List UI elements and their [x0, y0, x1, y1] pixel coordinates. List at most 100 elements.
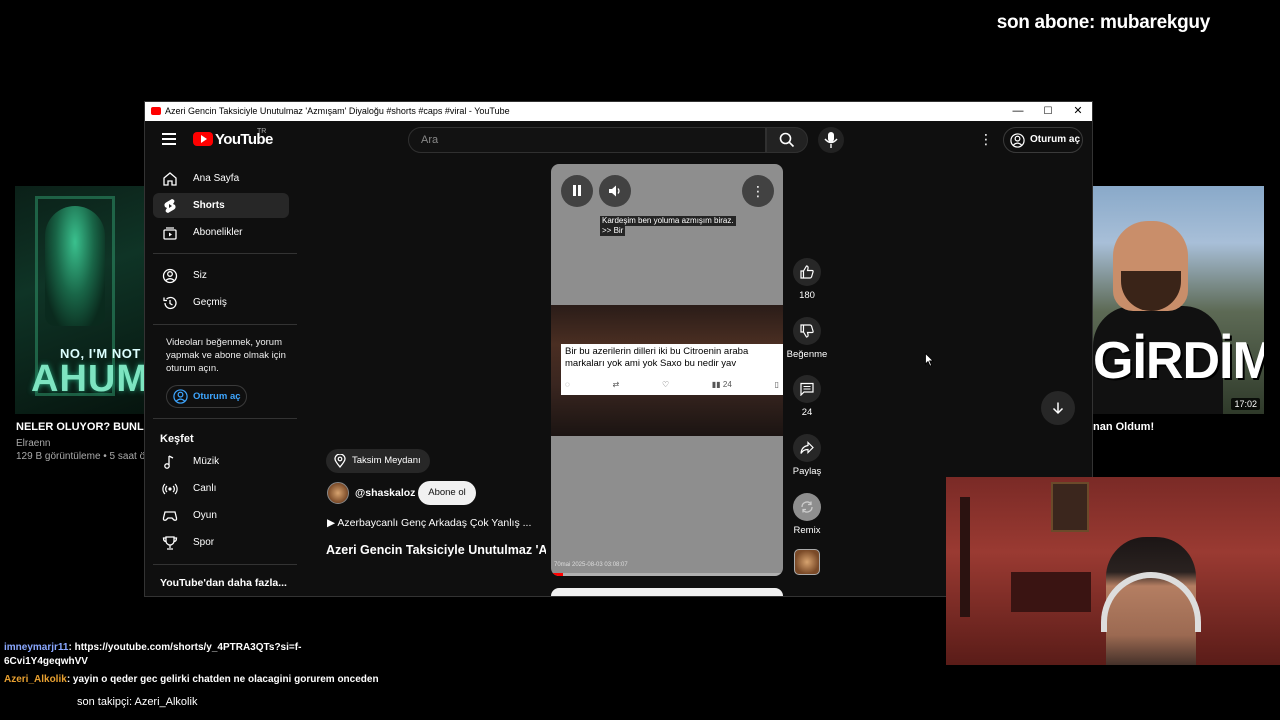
- tweet-text: Bir bu azerilerin dilleri iki bu Citroen…: [565, 346, 749, 369]
- home-icon: [163, 172, 177, 186]
- thumbs-up-icon: [800, 265, 814, 279]
- thumbnail-text: GİRDİM: [1093, 332, 1264, 390]
- shorts-icon: [164, 199, 176, 213]
- reply-icon: ◌: [565, 380, 570, 389]
- subscriptions-icon: [163, 227, 177, 240]
- youtube-favicon-icon: [151, 107, 161, 115]
- share-label: Paylaş: [792, 466, 822, 477]
- music-icon: [164, 455, 174, 469]
- player-more-icon[interactable]: ⋮: [742, 175, 774, 207]
- search-input[interactable]: Ara: [408, 127, 766, 153]
- minimize-button[interactable]: —: [1003, 102, 1033, 121]
- live-icon: [162, 483, 178, 495]
- channel-avatar[interactable]: [327, 482, 349, 504]
- related-playlist-link[interactable]: ▶ Azerbaycanlı Genç Arkadaş Çok Yanlış .…: [327, 517, 542, 529]
- shorts-player[interactable]: ⋮ Kardeşim ben yoluma azmışım biraz. >> B…: [551, 164, 783, 576]
- left-video-meta: 129 B görüntüleme • 5 saat önce: [16, 451, 146, 462]
- sidebar-sign-in-button[interactable]: Oturum aç: [166, 385, 247, 408]
- left-video-channel[interactable]: Elraenn: [16, 438, 50, 449]
- video-duration: 17:02: [1231, 398, 1260, 410]
- short-title[interactable]: Azeri Gencin Taksiciyle Unutulmaz 'Azmış…: [326, 543, 546, 557]
- next-short-button[interactable]: [1041, 391, 1075, 425]
- sidebar-item-gaming[interactable]: Oyun: [153, 503, 289, 528]
- share-icon: [800, 441, 814, 454]
- chat-text: : yayin o qeder gec gelirki chatden ne o…: [66, 674, 379, 685]
- chat-user: imneymarjr11: [4, 642, 69, 653]
- right-video-thumbnail[interactable]: GİRDİM 17:02: [1093, 186, 1264, 414]
- chat-text: : https://youtube.com/shorts/y_4PTRA3QTs…: [68, 642, 302, 653]
- sidebar-item-home[interactable]: Ana Sayfa: [153, 166, 289, 191]
- sound-thumbnail[interactable]: [794, 549, 820, 575]
- left-video-title[interactable]: NELER OLUYOR? BUNLAR: [16, 421, 146, 433]
- sidebar-item-sports[interactable]: Spor: [153, 530, 289, 555]
- thumbnail-text: AHUMAN: [31, 358, 145, 400]
- video-caption: Kardeşim ben yoluma azmışım biraz. >> Bir: [600, 216, 736, 236]
- sidebar-item-label: Oyun: [193, 510, 217, 521]
- heart-icon: ♡: [661, 380, 670, 389]
- sidebar-item-label: Siz: [193, 270, 207, 281]
- settings-more-icon[interactable]: ⋮: [979, 131, 993, 149]
- window-title: Azeri Gencin Taksiciyle Unutulmaz 'Azmış…: [165, 106, 510, 116]
- sign-in-label: Oturum aç: [193, 391, 241, 402]
- sidebar-item-label: Canlı: [193, 483, 217, 494]
- pause-button[interactable]: [561, 175, 593, 207]
- voice-search-button[interactable]: [818, 127, 844, 153]
- right-video-title[interactable]: nan Oldum!: [1093, 421, 1154, 433]
- close-button[interactable]: ✕: [1063, 102, 1092, 121]
- sidebar-item-label: Shorts: [193, 200, 225, 211]
- channel-name[interactable]: @shaskaloz: [355, 487, 415, 499]
- like-button[interactable]: 180: [789, 258, 825, 301]
- related-playlist-title: Azerbaycanlı Genç Arkadaş Çok Yanlış ...: [337, 517, 532, 529]
- thumbs-down-icon: [800, 324, 814, 338]
- progress-bar[interactable]: [551, 573, 783, 576]
- trophy-icon: [162, 536, 178, 550]
- menu-icon[interactable]: [162, 133, 176, 145]
- history-icon: [163, 296, 177, 310]
- window-titlebar[interactable]: Azeri Gencin Taksiciyle Unutulmaz 'Azmış…: [145, 102, 1092, 121]
- dislike-label: Beğenme: [786, 349, 828, 360]
- subscribe-button[interactable]: Abone ol: [418, 481, 476, 505]
- volume-button[interactable]: [599, 175, 631, 207]
- progress-fill: [551, 573, 563, 576]
- share-button[interactable]: Paylaş: [789, 434, 825, 477]
- region-code: TR: [257, 128, 267, 135]
- sidebar-item-music[interactable]: Müzik: [153, 449, 289, 474]
- sidebar-divider: [153, 253, 297, 254]
- search-button[interactable]: [766, 127, 808, 153]
- sidebar-divider: [153, 324, 297, 325]
- sidebar-item-history[interactable]: Geçmiş: [153, 290, 289, 315]
- microphone-icon: [824, 132, 838, 148]
- next-short-preview[interactable]: [551, 588, 783, 596]
- volume-icon: [609, 185, 620, 197]
- play-icon: ▶: [327, 517, 338, 529]
- sign-in-prompt: Videoları beğenmek, yorum yapmak ve abon…: [166, 337, 286, 374]
- sidebar-item-label: Ana Sayfa: [193, 173, 240, 184]
- left-video-thumbnail[interactable]: NO, I'M NOT AHUMAN: [15, 186, 145, 414]
- comments-button[interactable]: 24: [789, 375, 825, 418]
- chat-message: Azeri_Alkolik: yayin o qeder gec gelirki…: [4, 673, 379, 687]
- location-label: Taksim Meydanı: [352, 455, 421, 466]
- youtube-play-icon: [193, 132, 213, 146]
- remix-button[interactable]: Remix: [789, 493, 825, 536]
- maximize-button[interactable]: ☐: [1033, 102, 1063, 121]
- streamer-webcam: [946, 477, 1280, 665]
- retweet-icon: ⇄: [612, 380, 620, 389]
- chat-user: Azeri_Alkolik: [4, 674, 67, 685]
- sign-in-button[interactable]: Oturum aç: [1003, 127, 1083, 153]
- location-pin-icon: [334, 454, 346, 468]
- sidebar-item-live[interactable]: Canlı: [153, 476, 289, 501]
- sidebar-item-subscriptions[interactable]: Abonelikler: [153, 220, 289, 245]
- last-subscriber-overlay: son abone: mubarekguy: [996, 12, 1211, 33]
- bookmark-icon: ▯: [774, 380, 779, 389]
- sidebar-item-label: Spor: [193, 537, 215, 548]
- mouse-cursor-icon: [925, 353, 934, 367]
- sidebar-item-shorts[interactable]: Shorts: [153, 193, 289, 218]
- remix-icon: [801, 501, 813, 513]
- sidebar-item-you[interactable]: Siz: [153, 263, 289, 288]
- gaming-icon: [162, 511, 178, 521]
- account-icon: [162, 268, 178, 284]
- remix-label: Remix: [793, 525, 821, 536]
- dislike-button[interactable]: Beğenme: [785, 317, 829, 360]
- location-chip[interactable]: Taksim Meydanı: [326, 449, 430, 473]
- chat-text-continuation: 6Cvi1Y4geqwhVV: [4, 656, 88, 667]
